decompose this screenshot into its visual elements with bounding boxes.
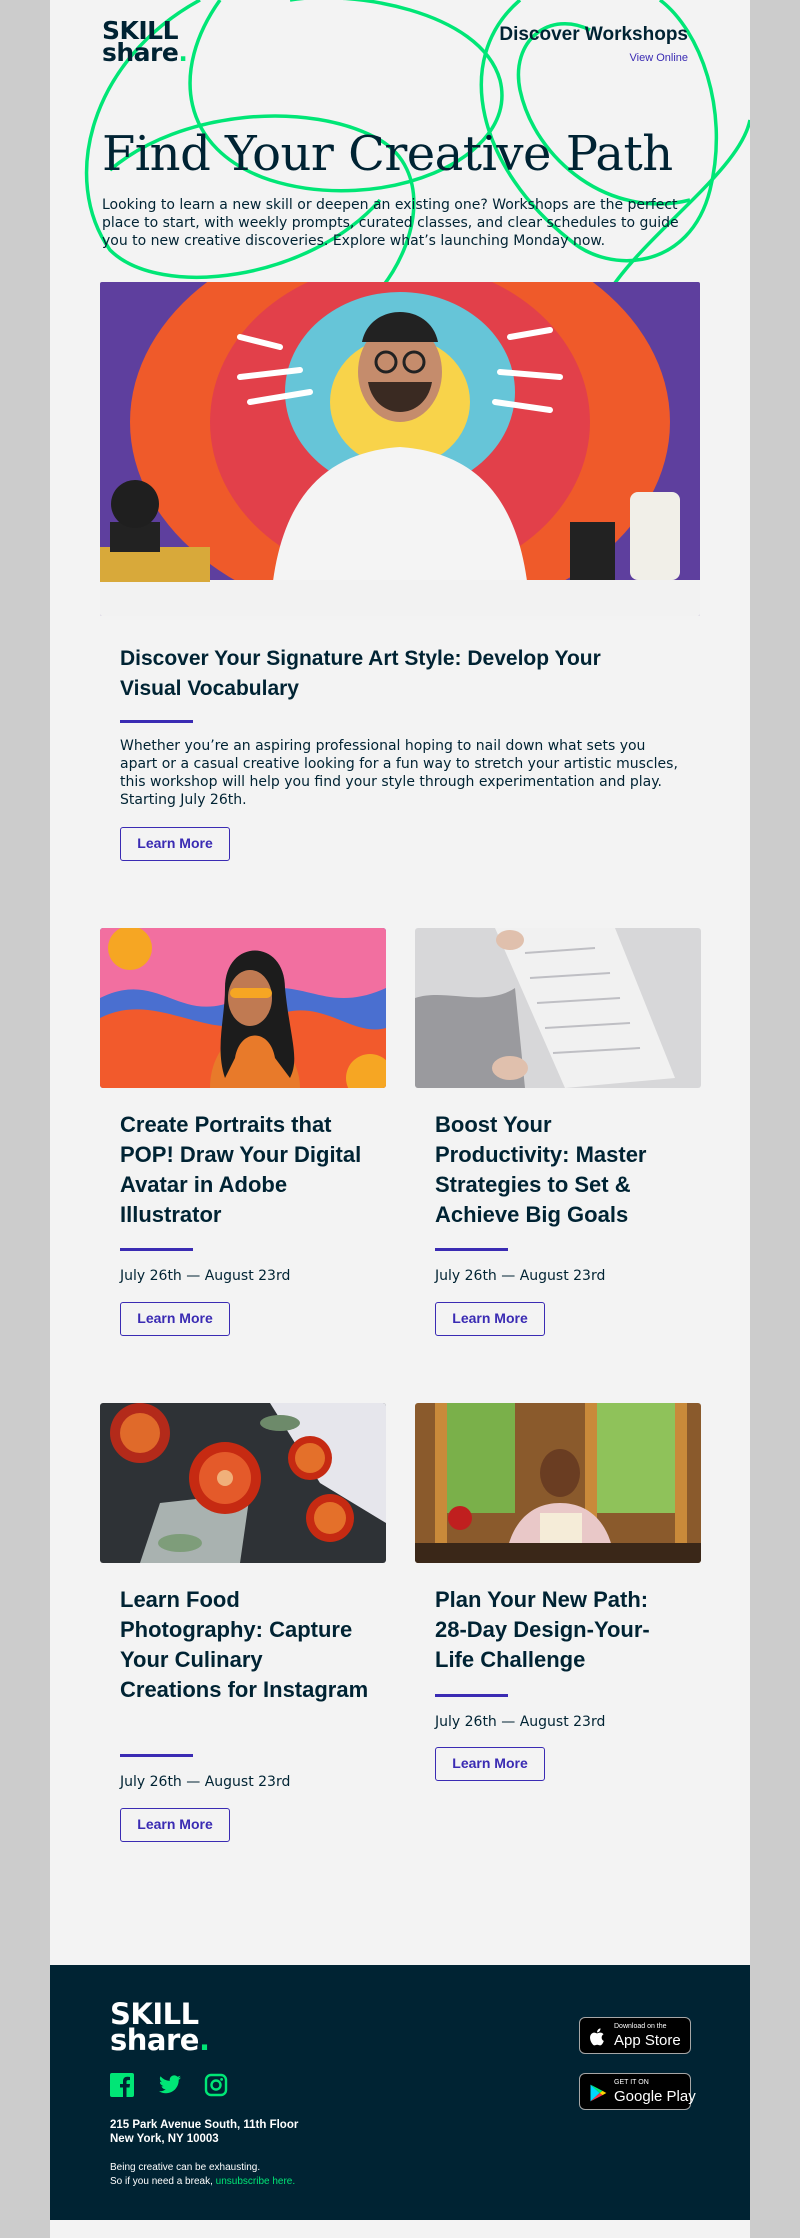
footer-address: 215 Park Avenue South, 11th Floor New Yo… <box>110 2118 298 2146</box>
apple-icon <box>590 2028 604 2046</box>
twitter-icon[interactable] <box>157 2073 181 2097</box>
address-line1: 215 Park Avenue South, 11th Floor <box>110 2119 299 2131</box>
footer-note-line2: So if you need a break, <box>110 2176 213 2187</box>
card-1-divider <box>120 1248 193 1251</box>
card-1-image[interactable] <box>100 928 386 1088</box>
hero-text: Looking to learn a new skill or deepen a… <box>102 197 679 249</box>
facebook-icon[interactable] <box>110 2073 134 2097</box>
card-3-date: July 26th — August 23rd <box>120 1774 291 1790</box>
card-1-date: July 26th — August 23rd <box>120 1268 291 1284</box>
card-3-divider <box>120 1754 193 1757</box>
card-3-title: Learn Food Photography: Capture Your Cul… <box>120 1587 369 1702</box>
card-1-learn-more-button[interactable]: Learn More <box>120 1302 230 1336</box>
app-store-big-text: App Store <box>614 2032 681 2049</box>
card-3-image[interactable] <box>100 1403 386 1563</box>
feature-text: Whether you’re an aspiring professional … <box>120 738 678 808</box>
footer-logo-line2: share <box>110 2023 199 2057</box>
card-4-title: Plan Your New Path: 28-Day Design-Your-L… <box>435 1587 650 1672</box>
google-play-big-text: Google Play <box>614 2088 696 2105</box>
skillshare-logo[interactable]: SKILL share. <box>102 18 188 67</box>
footer-skillshare-logo[interactable]: SKILL share. <box>110 2000 210 2055</box>
app-store-badge[interactable]: Download on the App Store <box>579 2017 691 2054</box>
card-3-learn-more-button[interactable]: Learn More <box>120 1808 230 1842</box>
card-2-learn-more-button[interactable]: Learn More <box>435 1302 545 1336</box>
unsubscribe-link[interactable]: unsubscribe here. <box>216 2176 296 2187</box>
google-play-badge[interactable]: GET IT ON Google Play <box>579 2073 696 2110</box>
card-2-title: Boost Your Productivity: Master Strategi… <box>435 1112 647 1227</box>
card-2-divider <box>435 1248 508 1251</box>
feature-title: Discover Your Signature Art Style: Devel… <box>120 647 601 700</box>
google-play-small-text: GET IT ON <box>614 2079 649 2086</box>
footer-note: Being creative can be exhausting. So if … <box>110 2161 295 2189</box>
logo-dot: . <box>178 38 188 67</box>
card-4-date: July 26th — August 23rd <box>435 1714 606 1730</box>
card-4-learn-more-button[interactable]: Learn More <box>435 1747 545 1781</box>
logo-line2: share <box>102 38 179 67</box>
card-4-image[interactable] <box>415 1403 701 1563</box>
card-2-image[interactable] <box>415 928 701 1088</box>
instagram-icon[interactable] <box>204 2073 228 2097</box>
footer: SKILL share. 215 Park Avenue South, 11th… <box>50 1965 750 2220</box>
feature-image[interactable] <box>100 282 700 616</box>
google-play-icon <box>590 2084 607 2102</box>
app-store-small-text: Download on the <box>614 2023 667 2030</box>
address-line2: New York, NY 10003 <box>110 2133 219 2145</box>
card-4-divider <box>435 1694 508 1697</box>
hero-title: Find Your Creative Path <box>102 126 673 182</box>
feature-learn-more-button[interactable]: Learn More <box>120 827 230 861</box>
card-1-title: Create Portraits that POP! Draw Your Dig… <box>120 1112 362 1227</box>
view-online-link[interactable]: View Online <box>630 52 689 64</box>
footer-logo-dot: . <box>198 2023 210 2057</box>
footer-note-line1: Being creative can be exhausting. <box>110 2162 261 2173</box>
feature-divider <box>120 720 193 723</box>
discover-workshops-heading: Discover Workshops <box>499 24 688 45</box>
card-2-date: July 26th — August 23rd <box>435 1268 606 1284</box>
email-page: SKILL share. Discover Workshops View Onl… <box>50 0 750 2238</box>
